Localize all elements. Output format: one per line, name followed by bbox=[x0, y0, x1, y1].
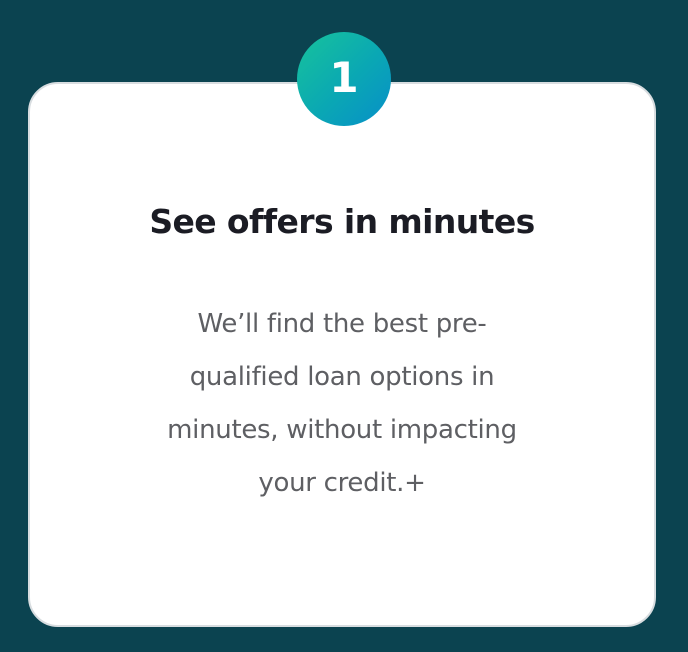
card-description-line: your credit.+ bbox=[258, 468, 426, 498]
feature-card: See offers in minutes We’ll find the bes… bbox=[28, 82, 656, 627]
card-description-line: minutes, without impacting bbox=[167, 415, 517, 445]
card-description: We’ll find the best pre- qualified loan … bbox=[114, 298, 570, 510]
card-description-line: qualified loan options in bbox=[189, 362, 495, 392]
card-description-line: We’ll find the best pre- bbox=[197, 309, 487, 339]
step-number-badge: 1 bbox=[297, 32, 391, 126]
step-number: 1 bbox=[329, 53, 359, 102]
card-title: See offers in minutes bbox=[149, 202, 535, 241]
